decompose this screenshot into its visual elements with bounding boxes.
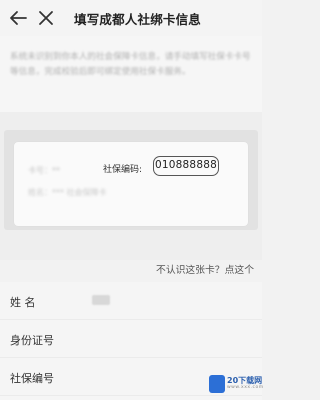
watermark-logo-icon [209,375,225,393]
top-bar: 填写成都人社绑卡信息 [0,0,262,36]
notice-text: 系统未识别到你本人的社会保障卡信息，请手动填写社保卡卡号等信息，完成校验后即可绑… [10,52,251,77]
page-title: 填写成都人社绑卡信息 [74,12,202,27]
close-icon [39,11,53,25]
card-example-area: 卡号：** 姓名：*** 社会保障卡 社保编码: 010888888 [0,112,262,260]
back-button[interactable] [6,6,30,30]
id-number-label: 身份证号 [10,334,54,347]
arrow-left-icon [10,11,27,25]
notice-panel: 系统未识别到你本人的社会保障卡信息，请手动填写社保卡卡号等信息，完成校验后即可绑… [0,36,262,112]
form-row-id-number[interactable]: 身份证号 [0,320,262,358]
card-blurred-line: 卡号：** [28,166,60,175]
social-security-card-sample: 卡号：** 姓名：*** 社会保障卡 社保编码: 010888888 [14,142,248,226]
watermark-subtext: www.xxx.com [227,385,264,390]
name-label: 姓 名 [10,296,36,309]
close-button[interactable] [34,6,58,30]
card-number-highlight: 010888888 [153,156,219,176]
social-security-number-label: 社保编号 [10,372,54,385]
unrecognized-card-link[interactable]: 不认识这张卡？点这个 [156,262,254,276]
card-blurred-line: 姓名：*** 社会保障卡 [28,188,107,197]
card-number-label: 社保编码: [103,165,143,175]
watermark: 20下载网 www.xxx.com [209,371,263,397]
name-value [92,295,110,305]
form-row-name[interactable]: 姓 名 [0,282,262,320]
